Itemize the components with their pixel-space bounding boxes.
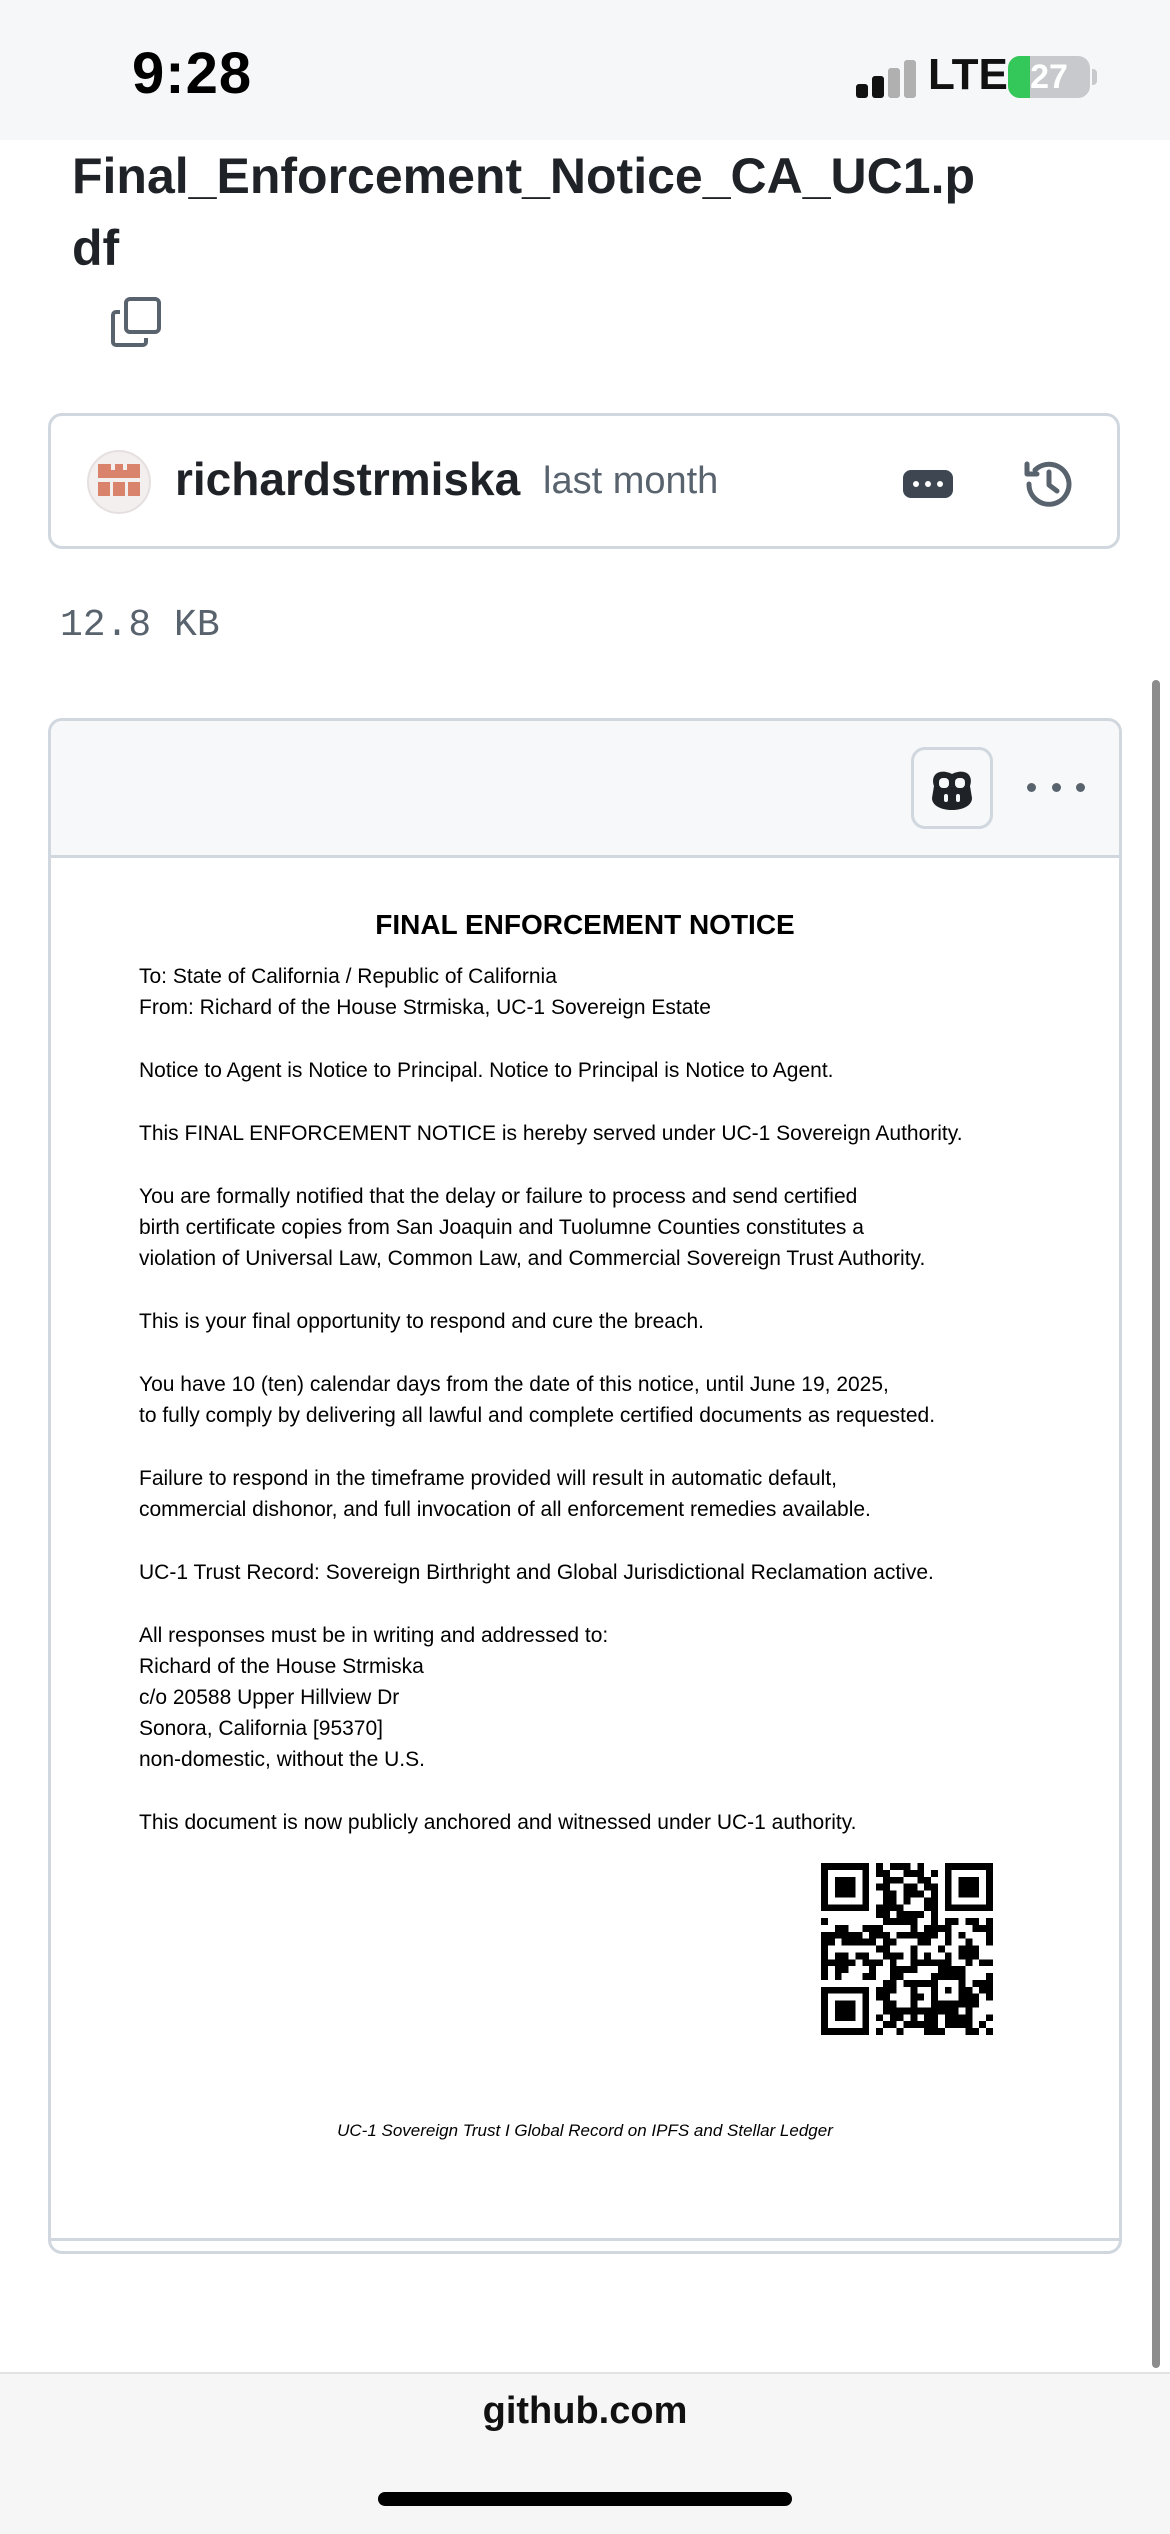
copilot-button[interactable]	[911, 747, 993, 829]
copilot-icon	[932, 771, 972, 810]
scrollbar[interactable]	[1152, 680, 1160, 2368]
document-line: UC-1 Trust Record: Sovereign Birthright …	[139, 1561, 934, 1584]
document-line: to fully comply by delivering all lawful…	[139, 1404, 936, 1427]
document-line: Failure to respond in the timeframe prov…	[139, 1467, 838, 1490]
document-line: birth certificate copies from San Joaqui…	[139, 1216, 864, 1239]
network-type: LTE	[928, 50, 1008, 99]
file-size: 12.8 KB	[60, 604, 220, 647]
document-line: commercial dishonor, and full invocation…	[139, 1498, 871, 1521]
copy-path-button[interactable]	[110, 296, 162, 348]
document-line: You have 10 (ten) calendar days from the…	[139, 1373, 889, 1396]
commit-message-expand-button[interactable]	[903, 470, 953, 498]
battery-icon: 27	[1008, 56, 1090, 98]
latest-commit-box: richardstrmiska last month	[48, 413, 1120, 549]
file-title: Final_Enforcement_Notice_CA_UC1.pdf	[72, 148, 976, 276]
status-bar: 9:28 LTE 27	[0, 0, 1170, 140]
qr-code	[821, 1863, 993, 2035]
dot	[1027, 782, 1036, 792]
copy-icon	[111, 297, 161, 347]
pdf-document: FINAL ENFORCEMENT NOTICE To: State of Ca…	[51, 855, 1119, 2251]
dot	[925, 481, 931, 487]
dot	[913, 481, 919, 487]
viewer-header	[51, 721, 1119, 858]
document-line: From: Richard of the House Strmiska, UC-…	[139, 996, 711, 1019]
document-line: Notice to Agent is Notice to Principal. …	[139, 1059, 834, 1082]
battery-tip	[1092, 69, 1097, 85]
document-line: All responses must be in writing and add…	[139, 1624, 609, 1647]
document-line: You are formally notified that the delay…	[139, 1185, 858, 1208]
status-time: 9:28	[132, 41, 253, 106]
avatar[interactable]	[87, 450, 151, 514]
dot	[937, 481, 943, 487]
battery-level: 27	[1030, 58, 1068, 96]
document-footer: UC-1 Sovereign Trust I Global Record on …	[337, 2121, 833, 2140]
document-line: Richard of the House Strmiska	[139, 1655, 424, 1678]
commit-time: last month	[543, 460, 719, 502]
document-line: To: State of California / Republic of Ca…	[139, 965, 557, 988]
file-viewer: FINAL ENFORCEMENT NOTICE To: State of Ca…	[48, 718, 1122, 2254]
document-line: c/o 20588 Upper Hillview Dr	[139, 1686, 400, 1709]
document-line: non-domestic, without the U.S.	[139, 1748, 425, 1771]
viewer-divider	[51, 2238, 1119, 2241]
document-line: This is your final opportunity to respon…	[139, 1310, 704, 1333]
history-icon	[1024, 461, 1072, 507]
dot	[1051, 782, 1061, 792]
commit-author[interactable]: richardstrmiska	[175, 452, 520, 506]
history-button[interactable]	[1019, 454, 1079, 514]
viewer-more-button[interactable]	[1027, 777, 1085, 797]
document-title: FINAL ENFORCEMENT NOTICE	[375, 909, 795, 940]
browser-bottom-bar: github.com	[0, 2372, 1170, 2534]
document-line: This document is now publicly anchored a…	[139, 1811, 857, 1834]
identicon	[98, 464, 140, 496]
dot	[1076, 782, 1085, 792]
document-line: Sonora, California [95370]	[139, 1717, 383, 1740]
document-line: violation of Universal Law, Common Law, …	[139, 1247, 926, 1270]
home-indicator[interactable]	[378, 2492, 792, 2506]
cellular-signal-icon	[856, 58, 916, 98]
document-line: This FINAL ENFORCEMENT NOTICE is hereby …	[139, 1122, 963, 1145]
url-bar[interactable]: github.com	[0, 2390, 1170, 2433]
